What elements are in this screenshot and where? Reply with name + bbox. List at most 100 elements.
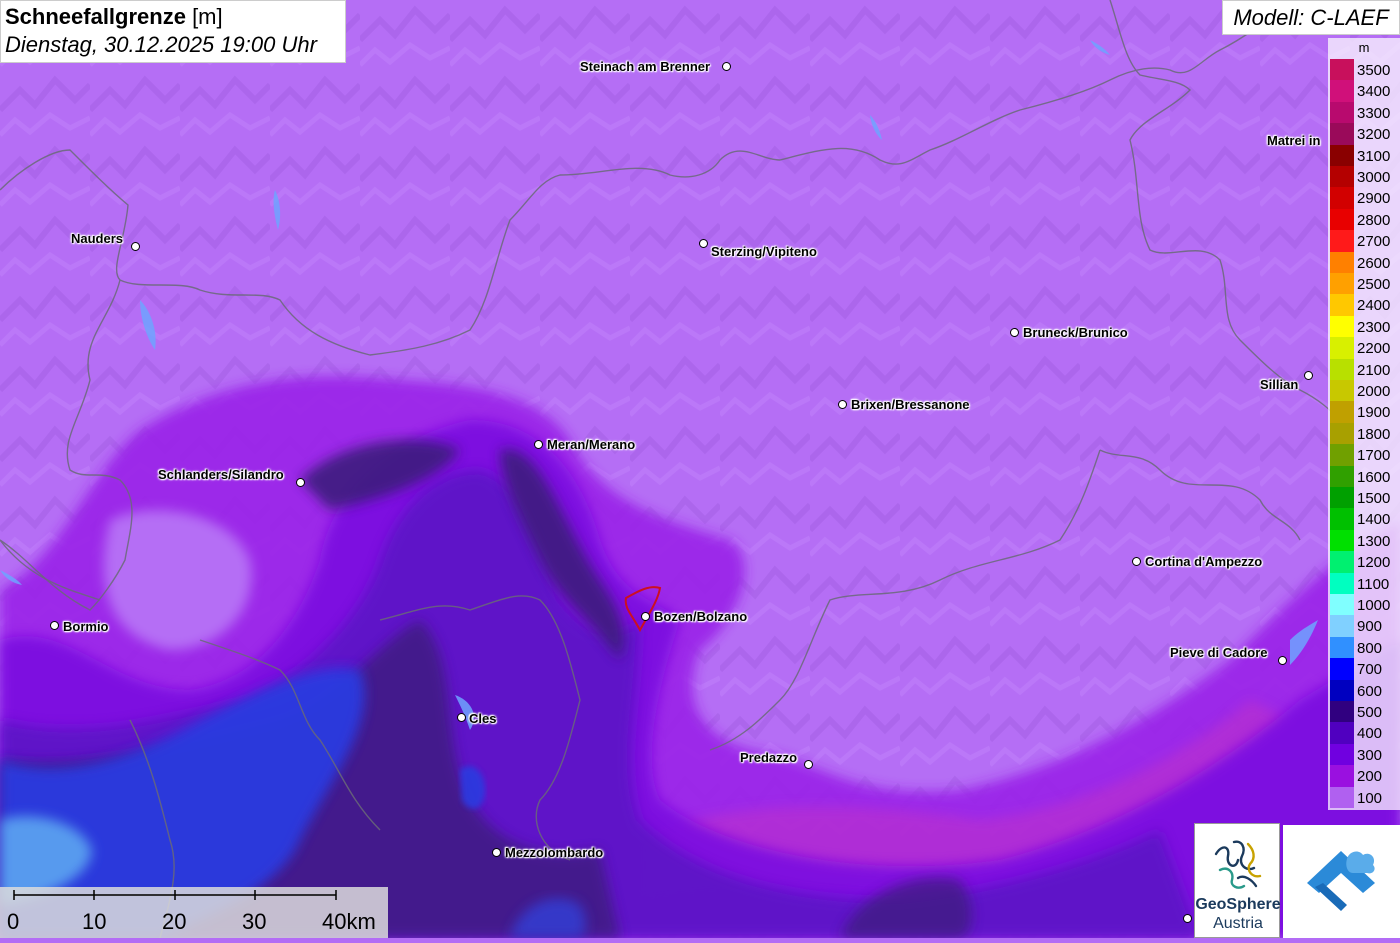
- city-marker: [50, 621, 59, 630]
- legend-swatch: [1330, 529, 1354, 552]
- legend-row: 3000: [1330, 166, 1400, 188]
- legend-label: 3000: [1357, 169, 1391, 186]
- city-marker: [492, 848, 501, 857]
- legend-row: 1200: [1330, 551, 1400, 573]
- legend-label: 2500: [1357, 276, 1391, 293]
- legend-swatch: [1330, 487, 1354, 509]
- legend-label: 700: [1357, 661, 1383, 679]
- city-label: Schlanders/Silandro: [158, 467, 284, 482]
- legend-swatch: [1330, 380, 1354, 402]
- legend-swatch: [1330, 273, 1354, 295]
- legend-swatch: [1330, 401, 1354, 423]
- city-marker: [1010, 328, 1019, 337]
- city-marker: [722, 62, 731, 71]
- legend-swatch: [1330, 358, 1354, 380]
- city-marker: [1278, 656, 1287, 665]
- app-logo[interactable]: [1283, 825, 1400, 938]
- legend-row: 1600: [1330, 465, 1400, 487]
- legend-row: 2000: [1330, 380, 1400, 402]
- legend-label: 1000: [1357, 597, 1391, 614]
- legend-swatch: [1330, 465, 1354, 487]
- logo-text-line1: GeoSphere: [1195, 896, 1281, 913]
- legend-label: 1700: [1357, 447, 1391, 465]
- legend-row: 1500: [1330, 487, 1400, 509]
- legend-swatch: [1330, 251, 1354, 273]
- legend-label: 2400: [1357, 297, 1391, 315]
- legend-swatch: [1330, 208, 1354, 231]
- city-marker: [699, 239, 708, 248]
- legend-swatch: [1330, 636, 1354, 659]
- legend-row: 500: [1330, 701, 1400, 723]
- legend-swatch: [1330, 572, 1354, 594]
- legend-swatch: [1330, 144, 1354, 166]
- geosphere-logo[interactable]: GeoSphere Austria: [1194, 823, 1281, 938]
- legend-label: 2600: [1357, 254, 1391, 272]
- legend-label: 2100: [1357, 361, 1391, 379]
- legend-label: 300: [1357, 746, 1383, 764]
- legend-label: 1200: [1357, 554, 1391, 572]
- legend-swatch: [1330, 615, 1354, 637]
- legend-label: 100: [1357, 789, 1383, 807]
- legend-swatch: [1330, 658, 1354, 680]
- legend-label: 400: [1357, 725, 1383, 743]
- legend-swatch: [1330, 679, 1354, 701]
- legend-label: 600: [1357, 682, 1383, 700]
- legend-row: 900: [1330, 615, 1400, 637]
- legend-swatch: [1330, 315, 1354, 338]
- city-marker: [534, 440, 543, 449]
- geosphere-emblem-icon: [1214, 840, 1262, 889]
- city-label: Bruneck/Brunico: [1023, 325, 1128, 340]
- city-label: Pieve di Cadore: [1170, 645, 1268, 660]
- legend-label: 2200: [1357, 340, 1391, 358]
- city-label: Mezzolombardo: [505, 845, 604, 860]
- legend-label: 2700: [1357, 233, 1391, 251]
- city-marker: [641, 612, 650, 621]
- legend-row: 3300: [1330, 101, 1400, 124]
- legend-label: 3300: [1357, 104, 1391, 122]
- legend-label: 2800: [1357, 211, 1391, 229]
- logo-text-line2: Austria: [1213, 915, 1263, 932]
- legend-label: 3500: [1357, 62, 1391, 79]
- legend-label: 200: [1357, 768, 1383, 786]
- city-marker: [804, 760, 813, 769]
- legend-row: 1000: [1330, 594, 1400, 616]
- legend-row: 3100: [1330, 144, 1400, 166]
- legend-row: 1400: [1330, 508, 1400, 530]
- legend-swatch: [1330, 294, 1354, 316]
- city-label: Sillian: [1260, 377, 1299, 392]
- map-datetime: Dienstag, 30.12.2025 19:00 Uhr: [5, 32, 317, 57]
- legend-row: 1300: [1330, 529, 1400, 552]
- legend-swatch: [1330, 422, 1354, 445]
- legend-row: 2400: [1330, 294, 1400, 316]
- legend-row: 2800: [1330, 208, 1400, 231]
- legend-row: 1900: [1330, 401, 1400, 423]
- city-marker: [1183, 914, 1192, 923]
- city-label: Brixen/Bressanone: [851, 397, 970, 412]
- city-label: Sterzing/Vipiteno: [711, 244, 817, 259]
- legend-label: 800: [1357, 639, 1383, 657]
- legend-label: 1100: [1357, 575, 1390, 593]
- legend-row: 800: [1330, 636, 1400, 659]
- legend-label: 2000: [1357, 383, 1391, 400]
- legend-swatch: [1330, 101, 1354, 124]
- legend-row: 200: [1330, 765, 1400, 787]
- legend-label: 1300: [1357, 532, 1391, 550]
- legend-label: 1600: [1357, 468, 1391, 486]
- scale-ticks: [13, 890, 337, 900]
- legend-row: 1100: [1330, 572, 1400, 594]
- legend-label: 1800: [1357, 425, 1391, 443]
- legend-row: 3200: [1330, 123, 1400, 145]
- city-label: Matrei in: [1267, 133, 1321, 148]
- city-marker: [131, 242, 140, 251]
- city-label: Bormio: [63, 619, 109, 634]
- city-label: Steinach am Brenner: [580, 59, 711, 74]
- city-label: Predazzo: [740, 750, 798, 765]
- legend-row: 2300: [1330, 315, 1400, 338]
- legend-label: 1900: [1357, 404, 1391, 422]
- legend-label: 3100: [1357, 147, 1391, 165]
- color-legend: m 3500 3400 3300 3200 3100 3000 2900 2800 2700 26…: [1328, 38, 1400, 810]
- legend-row: 2600: [1330, 251, 1400, 273]
- legend-label: 2900: [1357, 190, 1391, 208]
- legend-row: 2200: [1330, 337, 1400, 359]
- legend-swatch: [1330, 80, 1354, 102]
